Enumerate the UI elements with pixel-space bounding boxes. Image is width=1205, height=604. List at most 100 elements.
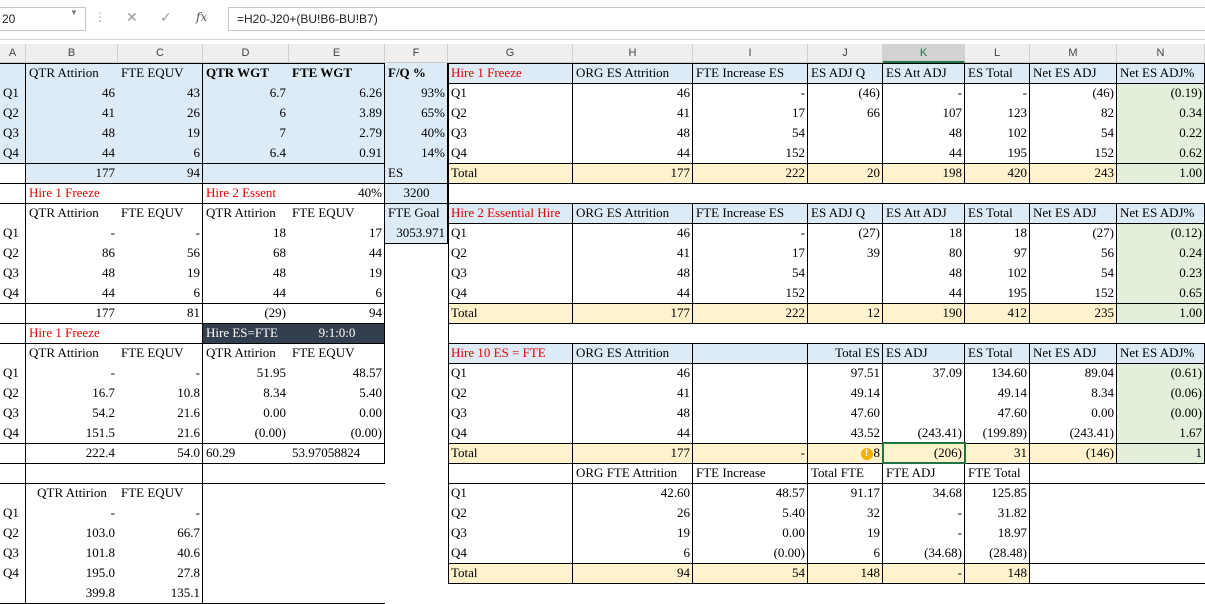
cell-l17[interactable]: 49.14	[965, 383, 1030, 403]
cell-d18[interactable]: 0.00	[203, 403, 289, 423]
cell-m17[interactable]: 8.34	[1030, 383, 1117, 403]
cell-j20[interactable]: ! 8	[808, 443, 883, 463]
cell-b11[interactable]: 48	[26, 263, 118, 283]
cell-c16[interactable]: -	[118, 363, 203, 383]
cell-k10[interactable]: 80	[883, 243, 965, 263]
cell-d11[interactable]: 48	[203, 263, 289, 283]
cell-l23[interactable]: 31.82	[965, 503, 1030, 523]
cell-e16[interactable]: 48.57	[289, 363, 385, 383]
cell-c17[interactable]: 10.8	[118, 383, 203, 403]
cell-g24[interactable]: Q3	[448, 523, 573, 543]
cell-c15[interactable]: FTE EQUV	[118, 343, 203, 363]
cell-c1[interactable]: FTE EQUV	[118, 63, 203, 83]
cell-n3[interactable]: 0.34	[1117, 103, 1205, 123]
cell-k11[interactable]: 48	[883, 263, 965, 283]
cell-k1[interactable]: ES Att ADJ	[883, 63, 965, 83]
cell-m4[interactable]: 54	[1030, 123, 1117, 143]
cell-c24[interactable]: 66.7	[118, 523, 203, 543]
cell-j6[interactable]: 20	[808, 163, 883, 183]
cell-h11[interactable]: 48	[573, 263, 693, 283]
cell-k12[interactable]: 44	[883, 283, 965, 303]
cell-h22[interactable]: 42.60	[573, 483, 693, 503]
cell-h24[interactable]: 19	[573, 523, 693, 543]
cell-h4[interactable]: 48	[573, 123, 693, 143]
cell-d2[interactable]: 6.7	[203, 83, 289, 103]
cell-i12[interactable]: 152	[693, 283, 808, 303]
cell-b24[interactable]: 103.0	[26, 523, 118, 543]
cell-a9[interactable]: Q1	[0, 223, 26, 243]
cell-l6[interactable]: 420	[965, 163, 1030, 183]
cell-a5[interactable]: Q4	[0, 143, 26, 163]
cell-m1[interactable]: Net ES ADJ	[1030, 63, 1117, 83]
cell-j23[interactable]: 32	[808, 503, 883, 523]
cell-l13[interactable]: 412	[965, 303, 1030, 323]
cell-l25[interactable]: (28.48)	[965, 543, 1030, 563]
cell-h15[interactable]: ORG ES Attrition	[573, 343, 773, 363]
cell-n2[interactable]: (0.19)	[1117, 83, 1205, 103]
cell-l15[interactable]: ES Total	[965, 343, 1030, 363]
cell-n20[interactable]: 1	[1117, 443, 1205, 463]
cell-n18[interactable]: (0.00)	[1117, 403, 1205, 423]
cell-h3[interactable]: 41	[573, 103, 693, 123]
cell-l10[interactable]: 97	[965, 243, 1030, 263]
cell-c8[interactable]: FTE EQUV	[118, 203, 203, 223]
cell-i23[interactable]: 5.40	[693, 503, 808, 523]
cell-h2[interactable]: 46	[573, 83, 693, 103]
cell-m11[interactable]: 54	[1030, 263, 1117, 283]
cell-e8[interactable]: FTE EQUV	[289, 203, 385, 223]
cell-g13[interactable]: Total	[448, 303, 573, 323]
cell-d16[interactable]: 51.95	[203, 363, 289, 383]
cell-c13[interactable]: 81	[118, 303, 203, 323]
cell-j3[interactable]: 66	[808, 103, 883, 123]
cell-m9[interactable]: (27)	[1030, 223, 1117, 243]
cell-n11[interactable]: 0.23	[1117, 263, 1205, 283]
cell-c26[interactable]: 27.8	[118, 563, 203, 583]
cell-a16[interactable]: Q1	[0, 363, 26, 383]
cell-c6[interactable]: 94	[118, 163, 203, 183]
active-cell-selection[interactable]	[882, 442, 966, 464]
cell-e15[interactable]: FTE EQUV	[289, 343, 385, 363]
cell-d8[interactable]: QTR Attirion	[203, 203, 289, 223]
cell-k21[interactable]: FTE ADJ	[883, 463, 965, 483]
column-header-d[interactable]: D	[203, 44, 289, 63]
cell-f2[interactable]: 93%	[385, 83, 448, 103]
cell-j13[interactable]: 12	[808, 303, 883, 323]
cell-n1[interactable]: Net ES ADJ%	[1117, 63, 1205, 83]
cell-g3[interactable]: Q2	[448, 103, 573, 123]
cell-a25[interactable]: Q3	[0, 543, 26, 563]
cell-k3[interactable]: 107	[883, 103, 965, 123]
cell-n15[interactable]: Net ES ADJ%	[1117, 343, 1205, 363]
cell-e19[interactable]: (0.00)	[289, 423, 385, 443]
column-header-e[interactable]: E	[289, 44, 385, 63]
cell-e3[interactable]: 3.89	[289, 103, 385, 123]
cell-j18[interactable]: 47.60	[808, 403, 883, 423]
cell-b22[interactable]: QTR Attirion	[26, 483, 118, 503]
cell-i9[interactable]: -	[693, 223, 808, 243]
column-header-i[interactable]: I	[693, 44, 808, 63]
cell-d15[interactable]: QTR Attirion	[203, 343, 289, 363]
cell-m19[interactable]: (243.41)	[1030, 423, 1117, 443]
cell-i25[interactable]: (0.00)	[693, 543, 808, 563]
cell-g12[interactable]: Q4	[448, 283, 573, 303]
cell-n13[interactable]: 1.00	[1117, 303, 1205, 323]
cell-g6[interactable]: Total	[448, 163, 573, 183]
cell-f3[interactable]: 65%	[385, 103, 448, 123]
column-header-j[interactable]: J	[808, 44, 883, 63]
cell-n5[interactable]: 0.62	[1117, 143, 1205, 163]
cell-h5[interactable]: 44	[573, 143, 693, 163]
cell-f1[interactable]: F/Q %	[385, 63, 448, 83]
cell-g2[interactable]: Q1	[448, 83, 573, 103]
check-icon[interactable]: ✓	[160, 9, 172, 26]
column-header-f[interactable]: F	[385, 44, 448, 63]
cell-c11[interactable]: 19	[118, 263, 203, 283]
cell-f6[interactable]: ES	[385, 163, 448, 183]
cell-a17[interactable]: Q2	[0, 383, 26, 403]
cell-m18[interactable]: 0.00	[1030, 403, 1117, 423]
cell-b15[interactable]: QTR Attirion	[26, 343, 118, 363]
formula-input[interactable]: =H20-J20+(BU!B6-BU!B7)	[228, 7, 1205, 31]
cell-n19[interactable]: 1.67	[1117, 423, 1205, 443]
cell-h17[interactable]: 41	[573, 383, 693, 403]
cell-c22[interactable]: FTE EQUV	[118, 483, 203, 503]
column-header-n[interactable]: N	[1117, 44, 1205, 63]
cell-c4[interactable]: 19	[118, 123, 203, 143]
